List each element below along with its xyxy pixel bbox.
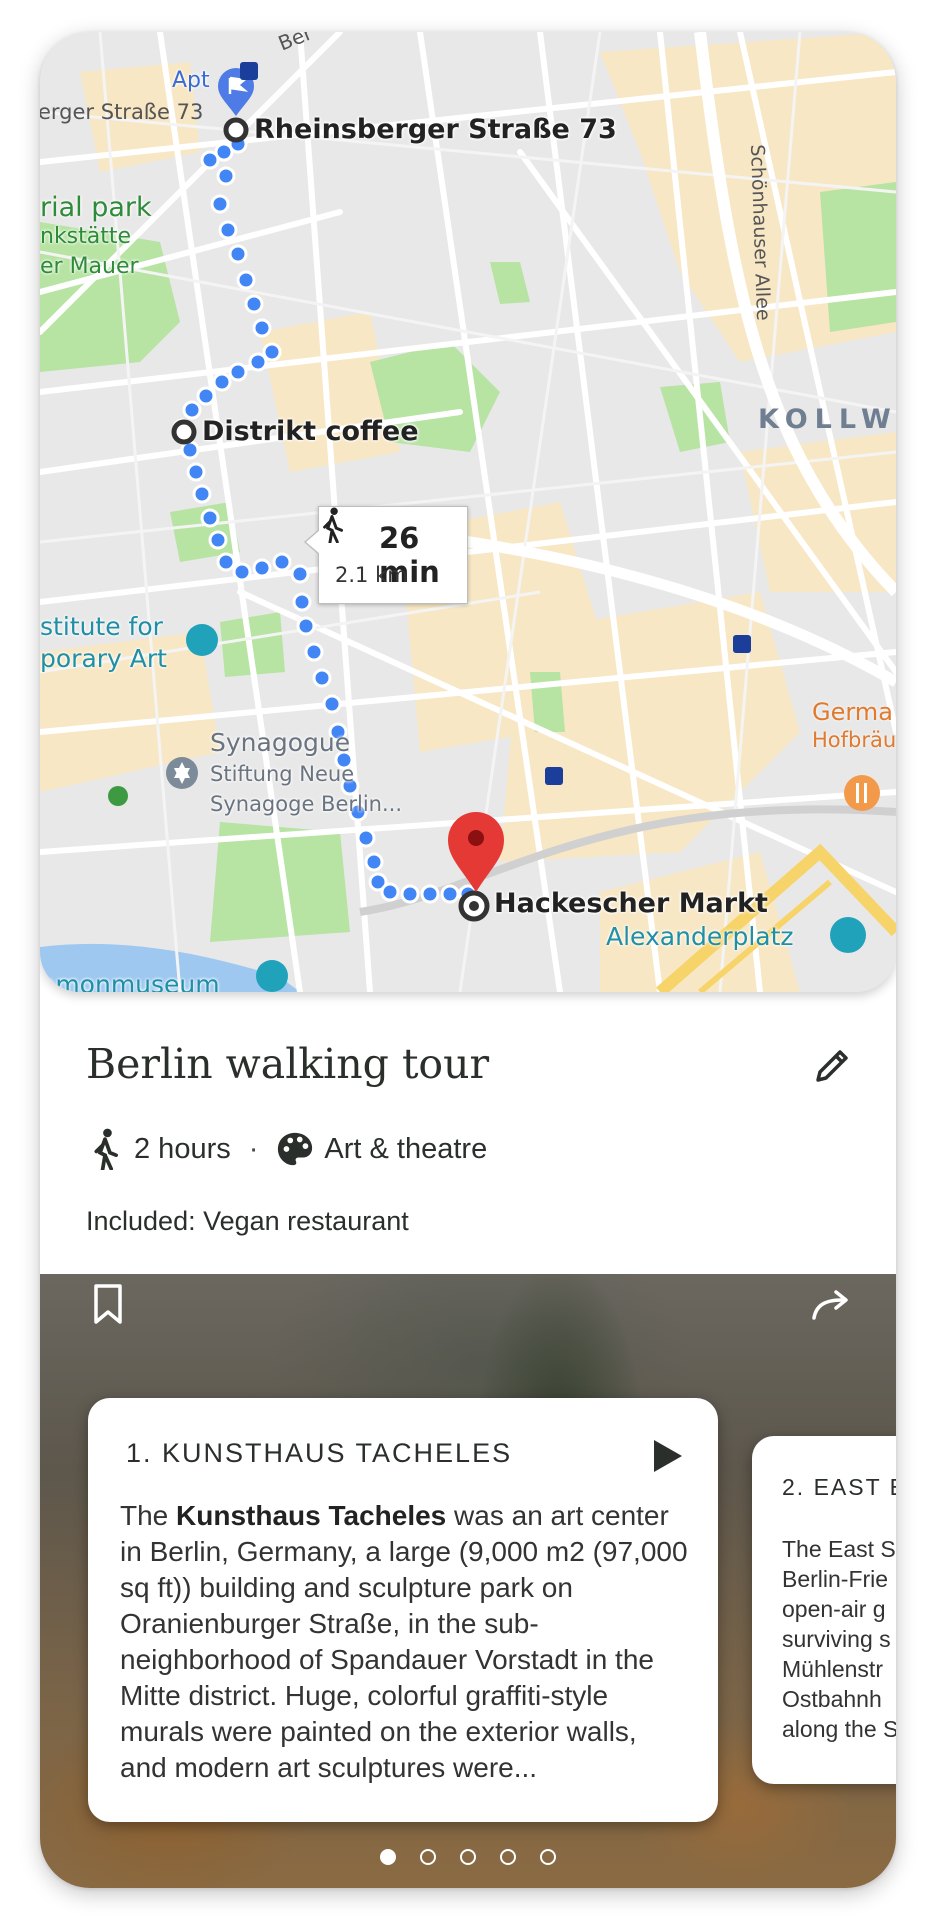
- map-label-synagogue-2: Stiftung Neue: [210, 762, 355, 786]
- route-dot: [272, 552, 292, 572]
- route-dot: [292, 592, 312, 612]
- tour-info: Berlin walking tour 2 hours · Art & thea…: [40, 992, 896, 1274]
- route-dot: [252, 558, 272, 578]
- sbahn-icon: [108, 786, 128, 806]
- map-label-german-1: Germa: [812, 698, 893, 726]
- route-dot: [232, 562, 252, 582]
- route-dot: [312, 668, 332, 688]
- route-dot: [380, 882, 400, 902]
- palette-icon: [278, 1132, 313, 1166]
- tour-category: Art & theatre: [324, 1132, 488, 1165]
- map-label-memorial-2: nkstätte: [40, 224, 132, 249]
- map-label-alexanderplatz: Alexanderplatz: [606, 922, 794, 951]
- pagination-dot[interactable]: [460, 1849, 476, 1865]
- stop-marker-middle[interactable]: [171, 419, 197, 445]
- pencil-icon[interactable]: [808, 1042, 856, 1090]
- map-label-district: KOLLW: [758, 404, 896, 435]
- pagination-dot[interactable]: [540, 1849, 556, 1865]
- tour-meta: 2 hours · Art & theatre: [86, 1128, 487, 1170]
- map-label-synagogue-1: Synagogue: [210, 728, 351, 757]
- map-label-memorial-1: rial park: [40, 192, 152, 223]
- route-dot: [192, 484, 212, 504]
- route-dot: [236, 270, 256, 290]
- stop-card-bold-name: Kunsthaus Tacheles: [176, 1500, 447, 1531]
- route-dot: [182, 400, 202, 420]
- route-dot: [186, 462, 206, 482]
- route-dot: [212, 372, 232, 392]
- map-label-museum: amonmuseum: [40, 970, 220, 992]
- stop-marker-end[interactable]: [458, 890, 490, 922]
- map-label-german-2: Hofbräu: [812, 728, 896, 752]
- pagination-dot[interactable]: [420, 1849, 436, 1865]
- pagination-dot[interactable]: [500, 1849, 516, 1865]
- map-label-street-top: erger Straße 73: [40, 100, 204, 124]
- route-dot: [364, 852, 384, 872]
- route-distance: 2.1 km: [335, 563, 408, 587]
- stop-label-start: Rheinsberger Straße 73: [254, 114, 617, 145]
- stop-marker-start[interactable]: [223, 117, 249, 143]
- route-dot: [216, 552, 236, 572]
- route-dot: [210, 194, 230, 214]
- route-dot: [400, 884, 420, 904]
- walk-icon: [323, 507, 344, 543]
- route-dot: [296, 616, 316, 636]
- route-dot: [290, 564, 310, 584]
- play-icon[interactable]: [650, 1436, 686, 1476]
- route-dot: [322, 694, 342, 714]
- map-label-institute-2: porary Art: [40, 644, 167, 673]
- route-dot: [244, 294, 264, 314]
- tour-card: Rheinsberger Straße 73 Distrikt coffee H…: [40, 32, 896, 1888]
- route-dot: [440, 884, 460, 904]
- map-label-institute-1: stitute for: [40, 612, 163, 641]
- map-label-synagogue-3: Synagoge Berlin...: [210, 792, 403, 816]
- route-dot: [420, 884, 440, 904]
- map-label-apt: Apt: [172, 68, 210, 93]
- route-dot: [228, 244, 248, 264]
- meta-separator: ·: [248, 1132, 259, 1165]
- restaurant-poi-icon: [844, 775, 880, 811]
- carousel-pagination: [40, 1849, 896, 1865]
- route-dot: [200, 508, 220, 528]
- share-icon[interactable]: [808, 1280, 856, 1328]
- route-dot: [356, 828, 376, 848]
- route-map[interactable]: Rheinsberger Straße 73 Distrikt coffee H…: [40, 32, 896, 992]
- route-dot: [208, 530, 228, 550]
- stop-card-title: 2. EAST E: [782, 1474, 896, 1500]
- tour-title: Berlin walking tour: [86, 1040, 490, 1088]
- map-label-memorial-3: er Mauer: [40, 254, 139, 279]
- stop-card-description: The East S Berlin-Frie open-air g surviv…: [782, 1536, 896, 1742]
- stop-card-2[interactable]: 2. EAST E The East S Berlin-Frie open-ai…: [752, 1436, 896, 1784]
- route-dot: [196, 386, 216, 406]
- tour-duration: 2 hours: [134, 1132, 231, 1165]
- stop-label-middle: Distrikt coffee: [202, 416, 419, 447]
- stop-label-end: Hackescher Markt: [494, 888, 768, 919]
- pagination-dot[interactable]: [380, 1849, 396, 1865]
- stop-card-description: The Kunsthaus Tacheles was an art center…: [120, 1500, 688, 1783]
- walk-icon: [94, 1128, 118, 1170]
- route-dot: [252, 318, 272, 338]
- stop-card-1[interactable]: 1. KUNSTHAUS TACHELES The Kunsthaus Tach…: [88, 1398, 718, 1822]
- route-dot: [216, 166, 236, 186]
- route-dot: [248, 352, 268, 372]
- synagogue-poi-icon: [166, 757, 198, 789]
- bookmark-icon[interactable]: [84, 1280, 132, 1328]
- tour-included: Included: Vegan restaurant: [86, 1206, 409, 1236]
- stop-card-title: 1. KUNSTHAUS TACHELES: [126, 1438, 513, 1468]
- stop-carousel[interactable]: 1. KUNSTHAUS TACHELES The Kunsthaus Tach…: [40, 1244, 896, 1888]
- route-dot: [218, 220, 238, 240]
- route-dot: [304, 642, 324, 662]
- route-dot: [228, 362, 248, 382]
- route-duration-callout[interactable]: 26 min 2.1 km: [304, 506, 468, 604]
